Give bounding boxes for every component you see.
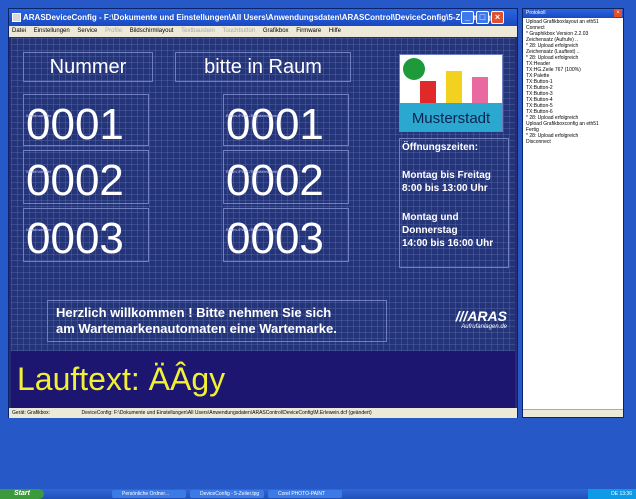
opening-line-1: Montag bis Freitag: [402, 170, 491, 181]
start-label: Start: [14, 490, 30, 497]
menu-bar: Datei Einstellungen Service Profile Bild…: [9, 26, 517, 37]
maximize-button[interactable]: □: [476, 11, 489, 24]
task-button-1[interactable]: Persönliche Ordner...: [112, 490, 186, 498]
window-title: ARASDeviceConfig - F:\Dokumente und Eins…: [23, 13, 501, 22]
logo-red-block: [420, 81, 436, 103]
menu-hilfe[interactable]: Hilfe: [326, 28, 344, 34]
opening-line-5: 14:00 bis 16:00 Uhr: [402, 238, 494, 249]
wait-number-box-1[interactable]: Wartenummer 0001: [23, 94, 149, 147]
welcome-box[interactable]: Herzlich willkommen ! Bitte nehmen Sie s…: [47, 300, 387, 342]
wait-number-box-3[interactable]: Wartenummer 0003: [23, 208, 149, 262]
opening-line-3: Montag und: [402, 212, 459, 223]
logo-text: Musterstadt: [412, 110, 491, 127]
lauftext-bar[interactable]: Lauftext: ÄÂgy: [11, 351, 515, 408]
close-button[interactable]: ×: [491, 11, 504, 24]
room-number-box-1[interactable]: Raum-/Platz-/Schalternummer 0001: [223, 94, 349, 147]
protocol-scrollbar[interactable]: [523, 409, 623, 417]
status-path: DeviceConfig: F:\Dokumente und Einstellu…: [81, 410, 372, 416]
aras-logo: ///ARAS Aufrufanlagen.de: [437, 308, 507, 330]
room-number-box-3[interactable]: Raum-/Platz-/Schalternummer 0003: [223, 208, 349, 262]
menu-einstellungen[interactable]: Einstellungen: [31, 28, 73, 34]
app-window: ARASDeviceConfig - F:\Dokumente und Eins…: [8, 8, 518, 418]
protocol-title-bar[interactable]: Protokoll ×: [523, 9, 623, 18]
aras-logo-text: ///ARAS: [455, 308, 507, 324]
protocol-log: Upload Grafikboxlayout an eth51 Connect …: [523, 18, 623, 146]
room-label: Raum-/Platz-/Schalternummer: [226, 113, 280, 118]
layout-canvas[interactable]: Nummer bitte in Raum Wartenummer 0001 Wa…: [11, 38, 515, 408]
welcome-line-2: am Wartemarkenautomaten eine Wartemarke.: [56, 321, 337, 336]
task-button-3[interactable]: Corel PHOTO-PAINT: [268, 490, 342, 498]
log-line: Disconnect: [526, 139, 551, 145]
lauftext: Lauftext: ÄÂgy: [17, 361, 226, 397]
wait-label: Wartenummer: [26, 169, 52, 174]
city-logo[interactable]: Musterstadt: [399, 54, 503, 132]
minimize-button[interactable]: _: [461, 11, 474, 24]
task-button-2[interactable]: DeviceConfig - 5-Zeiler.tpg: [190, 490, 264, 498]
system-tray: DE 13:36: [588, 489, 636, 499]
room-number-box-2[interactable]: Raum-/Platz-/Schalternummer 0002: [223, 150, 349, 204]
header-raum-box[interactable]: bitte in Raum: [175, 52, 351, 82]
logo-green-circle: [403, 58, 425, 80]
header-raum: bitte in Raum: [204, 56, 322, 78]
welcome-line-1: Herzlich willkommen ! Bitte nehmen Sie s…: [56, 305, 332, 320]
protocol-title: Protokoll: [526, 10, 546, 16]
start-button[interactable]: Start: [0, 489, 44, 499]
logo-pink-block: [472, 77, 488, 103]
app-icon: [12, 13, 21, 22]
wait-label: Wartenummer: [26, 113, 52, 118]
desktop: ARASDeviceConfig - F:\Dokumente und Eins…: [0, 0, 636, 499]
menu-bildschirmlayout[interactable]: Bildschirmlayout: [127, 28, 177, 34]
title-bar[interactable]: ARASDeviceConfig - F:\Dokumente und Eins…: [9, 9, 517, 26]
tray-clock: 13:36: [619, 491, 632, 497]
city-logo-graphic: Musterstadt: [400, 58, 502, 131]
aras-logo-sub: Aufrufanlagen.de: [461, 324, 507, 330]
opening-line-4: Donnerstag: [402, 225, 458, 236]
menu-touchbutton: Touchbutton: [222, 28, 256, 34]
opening-line-2: 8:00 bis 13:00 Uhr: [402, 183, 488, 194]
menu-profile: Profile: [105, 28, 123, 34]
menu-service[interactable]: Service: [74, 28, 100, 34]
protocol-panel: Protokoll × Upload Grafikboxlayout an et…: [522, 8, 624, 418]
header-nummer-box[interactable]: Nummer: [23, 52, 153, 82]
menu-datei[interactable]: Datei: [9, 28, 29, 34]
opening-hours-title: Öffnungszeiten:: [402, 142, 479, 153]
tray-language: DE: [611, 491, 619, 497]
status-bar: Gerät: Grafikbox: DeviceConfig: F:\Dokum…: [9, 408, 517, 418]
logo-yellow-block: [446, 71, 462, 103]
menu-firmware[interactable]: Firmware: [293, 28, 324, 34]
room-label: Raum-/Platz-/Schalternummer: [226, 169, 280, 174]
opening-hours-box[interactable]: Öffnungszeiten: Montag bis Freitag 8:00 …: [399, 138, 509, 268]
protocol-close-button[interactable]: ×: [614, 9, 622, 17]
taskbar: Start Persönliche Ordner... DeviceConfig…: [0, 489, 636, 499]
menu-textbaustein: Textbaustein: [181, 28, 215, 34]
wait-number-box-2[interactable]: Wartenummer 0002: [23, 150, 149, 204]
status-device: Gerät: Grafikbox:: [12, 410, 51, 416]
header-nummer: Nummer: [49, 56, 127, 78]
room-label: Raum-/Platz-/Schalternummer: [226, 227, 280, 232]
menu-grafikbox[interactable]: Grafikbox: [260, 28, 292, 34]
wait-label: Wartenummer: [26, 227, 52, 232]
